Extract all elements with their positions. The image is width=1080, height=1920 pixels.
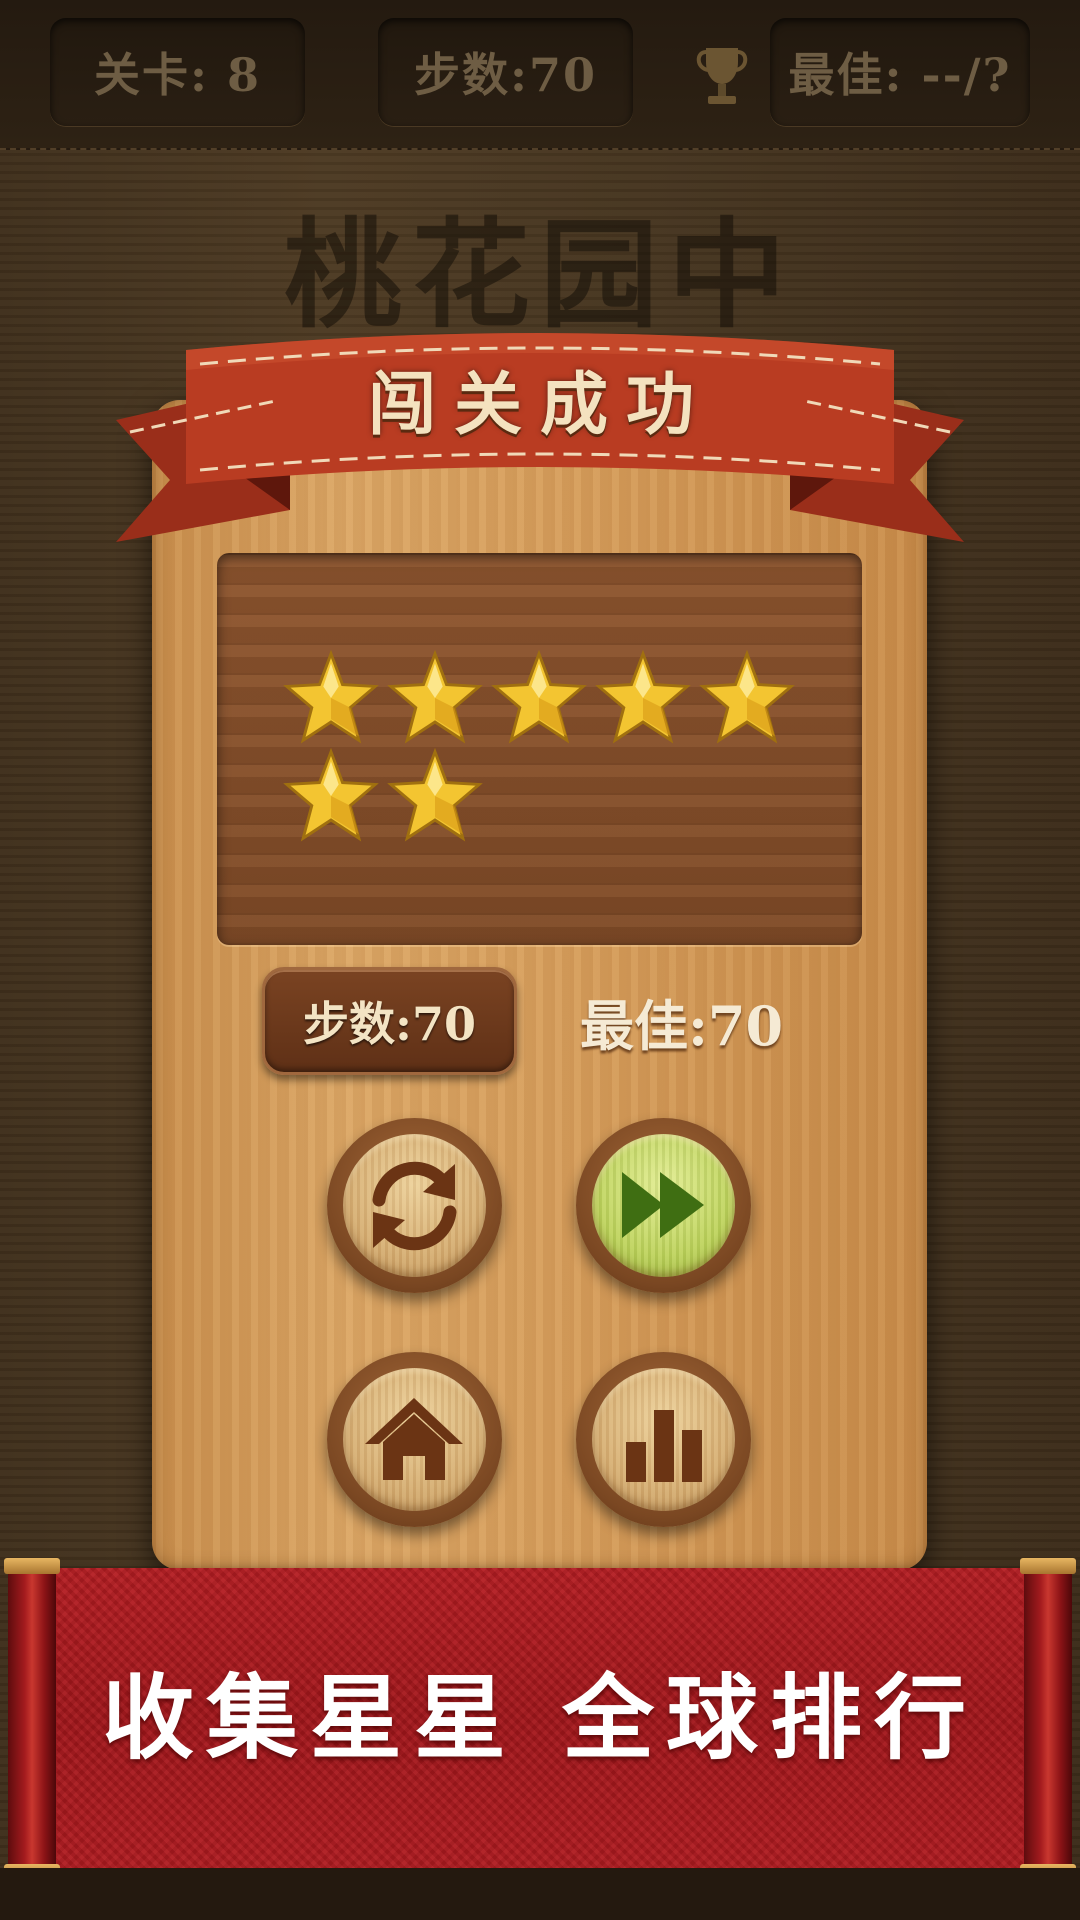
- scroll-rod-left: [4, 1558, 60, 1880]
- star-icon: [283, 748, 379, 842]
- top-hud: 关卡: 8 步数:70 最佳: --/?: [0, 0, 1080, 150]
- star-icon: [387, 650, 483, 744]
- next-level-button[interactable]: [576, 1118, 751, 1293]
- level-counter: 关卡: 8: [50, 18, 305, 126]
- steps-counter: 步数:70: [378, 18, 633, 126]
- star-icon: [595, 650, 691, 744]
- trophy-icon: [696, 48, 748, 104]
- restart-button[interactable]: [327, 1118, 502, 1293]
- best-score: 最佳: --/?: [770, 18, 1030, 126]
- star-icon: [283, 650, 379, 744]
- promo-banner: 收集星星 全球排行: [0, 1558, 1080, 1880]
- steps-plaque: 步数:70: [262, 967, 517, 1075]
- star-icon: [387, 748, 483, 842]
- level-complete-title: 闯关成功: [367, 365, 712, 445]
- leaderboard-button[interactable]: [576, 1352, 751, 1527]
- footer-strip: [0, 1868, 1080, 1920]
- star-icon: [699, 650, 795, 744]
- best-label: 最佳:70: [580, 993, 784, 1058]
- bar-chart-icon: [626, 1410, 702, 1482]
- home-icon: [365, 1398, 463, 1480]
- fast-forward-icon: [622, 1172, 704, 1238]
- scroll-rod-right: [1020, 1558, 1076, 1880]
- home-button[interactable]: [327, 1352, 502, 1527]
- star-icon: [491, 650, 587, 744]
- restart-icon: [372, 1161, 457, 1251]
- banner-slogan: 收集星星 全球排行: [101, 1664, 979, 1772]
